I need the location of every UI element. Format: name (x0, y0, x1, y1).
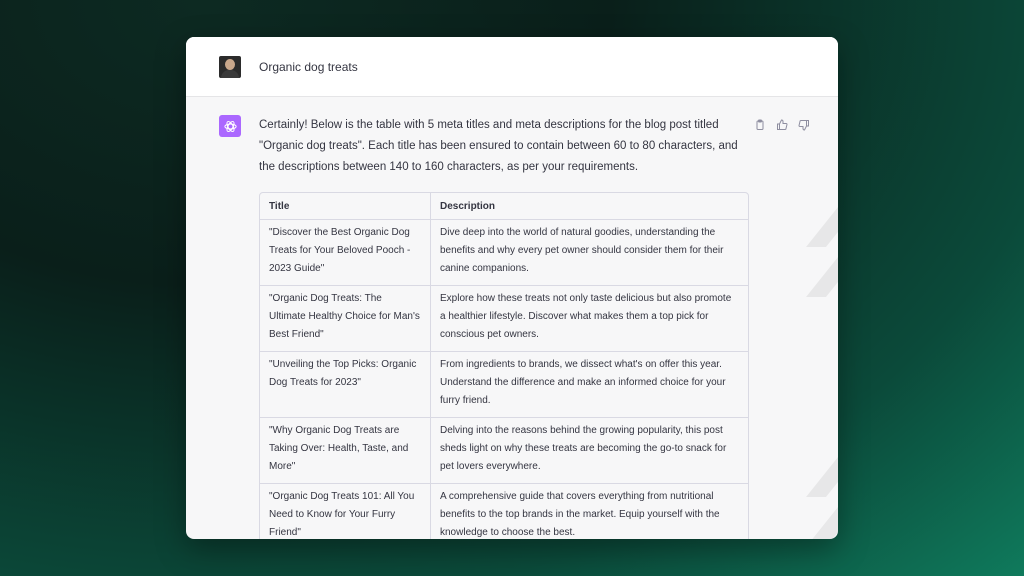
table-row: "Discover the Best Organic Dog Treats fo… (260, 220, 748, 286)
table-row: "Organic Dog Treats: The Ultimate Health… (260, 286, 748, 352)
table-cell-description: A comprehensive guide that covers everyt… (440, 491, 720, 538)
table-row: "Why Organic Dog Treats are Taking Over:… (260, 418, 748, 484)
table-row: "Organic Dog Treats 101: All You Need to… (260, 484, 748, 539)
table-row: "Unveiling the Top Picks: Organic Dog Tr… (260, 352, 748, 418)
table-cell-title: "Discover the Best Organic Dog Treats fo… (260, 220, 431, 286)
user-avatar (219, 55, 241, 78)
clipboard-icon[interactable] (752, 117, 768, 133)
meta-table: Title Description "Discover the Best Org… (259, 192, 749, 539)
table-cell-title: "Unveiling the Top Picks: Organic Dog Tr… (260, 352, 431, 418)
table-header-title: Title (260, 193, 431, 220)
openai-logo-icon (219, 115, 241, 137)
user-message-text: Organic dog treats (259, 59, 358, 74)
thumbs-up-icon[interactable] (774, 117, 790, 133)
table-header-description: Description (431, 193, 748, 220)
thumbs-down-icon[interactable] (796, 117, 812, 133)
assistant-message-row: Certainly! Below is the table with 5 met… (186, 97, 838, 539)
table-header-row: Title Description (260, 193, 748, 220)
table-cell-title: "Organic Dog Treats: The Ultimate Health… (260, 286, 431, 352)
message-actions (752, 117, 812, 133)
table-cell-description: Explore how these treats not only taste … (431, 286, 748, 352)
assistant-message-content: Certainly! Below is the table with 5 met… (259, 115, 749, 539)
assistant-intro-text: Certainly! Below is the table with 5 met… (259, 119, 738, 173)
user-message-row: Organic dog treats (186, 37, 838, 97)
table-cell-title: "Organic Dog Treats 101: All You Need to… (260, 484, 431, 539)
table-cell-description: From ingredients to brands, we dissect w… (431, 352, 748, 418)
table-cell-description: Dive deep into the world of natural good… (431, 220, 748, 286)
chat-card: Organic dog treats Certainly! Below is t… (186, 37, 838, 539)
table-cell-description: Delving into the reasons behind the grow… (431, 418, 748, 484)
table-cell-title: "Why Organic Dog Treats are Taking Over:… (260, 418, 431, 484)
